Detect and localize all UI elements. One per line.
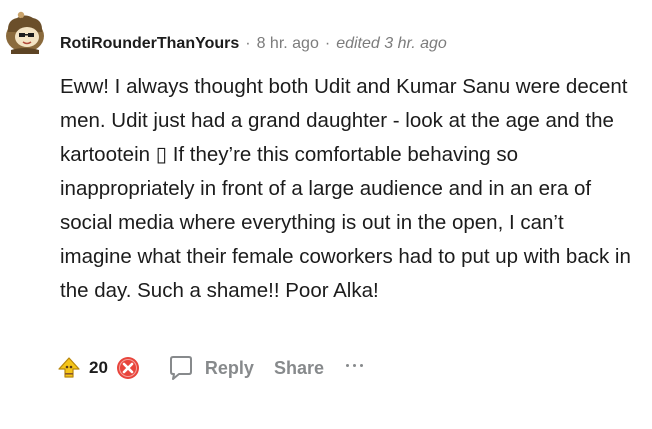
- meta-separator-2: ·: [324, 35, 331, 52]
- reply-label: Reply: [204, 357, 254, 378]
- comment-body: Eww! I always thought both Udit and Kuma…: [60, 75, 631, 302]
- downvote-x-icon[interactable]: [114, 354, 142, 382]
- speech-bubble-icon: [169, 356, 192, 380]
- comment-meta: RotiRounderThanYours · 8 hr. ago · edite…: [60, 33, 447, 55]
- more-dots-icon[interactable]: [345, 355, 363, 381]
- user-avatar[interactable]: [3, 10, 47, 54]
- comment: RotiRounderThanYours · 8 hr. ago · edite…: [0, 0, 652, 429]
- vote-score: 20: [89, 358, 108, 377]
- edited-timestamp: edited 3 hr. ago: [336, 35, 447, 52]
- upvote-award-icon[interactable]: [55, 354, 83, 382]
- username-link[interactable]: RotiRounderThanYours: [60, 35, 239, 53]
- comment-action-bar: 20 Reply Share: [55, 352, 363, 384]
- dot: [359, 363, 363, 367]
- share-button[interactable]: Share: [274, 358, 324, 379]
- reddit-snoo-avatar-icon: [6, 11, 44, 54]
- comment-timestamp[interactable]: 8 hr. ago: [257, 35, 319, 53]
- reply-button[interactable]: Reply: [166, 353, 254, 383]
- dot: [345, 363, 349, 367]
- dot: [352, 363, 356, 367]
- meta-separator: ·: [245, 35, 251, 52]
